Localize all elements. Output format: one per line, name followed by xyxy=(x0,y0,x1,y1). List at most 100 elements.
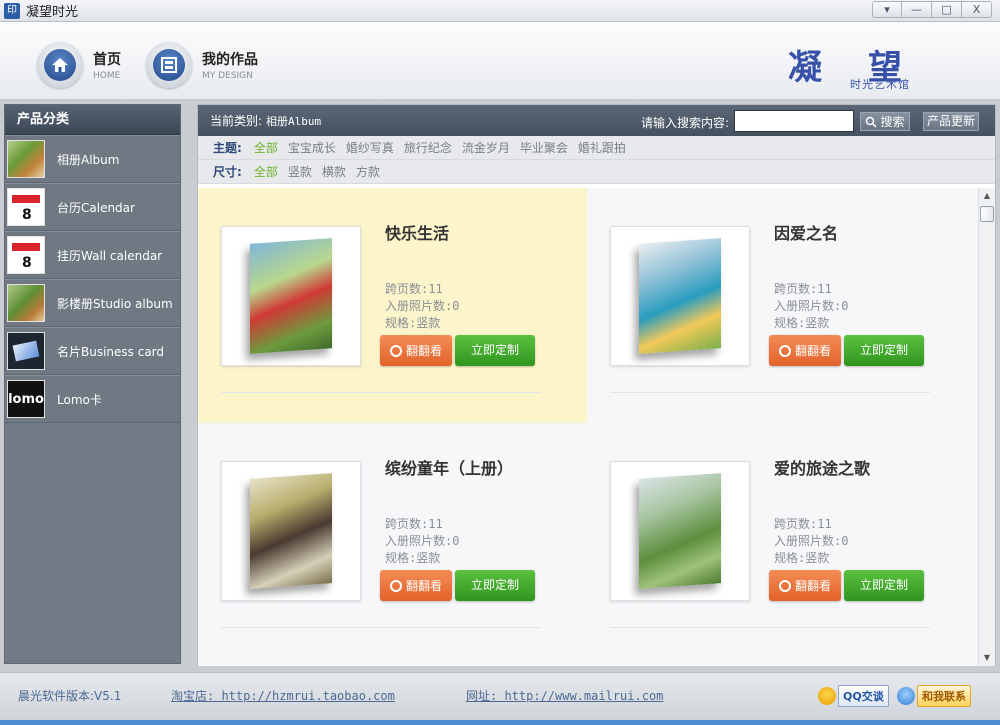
theme-option-baby[interactable]: 宝宝成长 xyxy=(288,139,336,156)
current-category-value: 相册Album xyxy=(266,115,322,128)
current-category: 当前类别: 相册Album xyxy=(210,112,321,129)
flip-preview-label: 翻翻看 xyxy=(405,579,442,593)
nav-my-design[interactable]: 我的作品 MY DESIGN xyxy=(146,42,258,88)
wall-calendar-thumb-icon: 8 xyxy=(7,236,45,274)
sidebar-title: 产品分类 xyxy=(5,105,180,135)
product-photos: 入册照片数:0 xyxy=(385,534,460,548)
size-option-square[interactable]: 方款 xyxy=(356,163,380,180)
product-cover-image[interactable] xyxy=(221,226,361,366)
magnifier-icon xyxy=(389,344,402,357)
sidebar-item-lomo[interactable]: lomo Lomo卡 xyxy=(5,375,180,423)
sidebar-item-calendar[interactable]: 8 台历Calendar xyxy=(5,183,180,231)
theme-option-graduation[interactable]: 毕业聚会 xyxy=(520,139,568,156)
product-card[interactable]: 缤纷童年（上册） 跨页数:11 入册照片数:0 规格:竖款 翻翻看 立即定制 xyxy=(198,423,587,658)
product-cover-image[interactable] xyxy=(610,226,750,366)
search-button[interactable]: 搜索 xyxy=(860,112,910,131)
flip-preview-button[interactable]: 翻翻看 xyxy=(380,335,452,366)
product-cover-image[interactable] xyxy=(221,461,361,601)
theme-option-wedding-follow[interactable]: 婚礼跟拍 xyxy=(578,139,626,156)
status-footer: 晨光软件版本:V5.1 淘宝店: http://hzmrui.taobao.co… xyxy=(0,672,1000,725)
scroll-down-icon[interactable]: ▼ xyxy=(979,650,995,666)
product-spec: 规格:竖款 xyxy=(774,551,830,565)
nav-home[interactable]: 首页 HOME xyxy=(37,42,121,88)
vertical-scrollbar[interactable]: ▲ ▼ xyxy=(978,188,995,666)
product-card[interactable]: 爱的旅途之歌 跨页数:11 入册照片数:0 规格:竖款 翻翻看 立即定制 xyxy=(587,423,976,658)
product-title: 因爱之名 xyxy=(774,224,839,243)
window-menu-button[interactable]: ▾ xyxy=(872,1,902,18)
sidebar-item-wall-calendar[interactable]: 8 挂历Wall calendar xyxy=(5,231,180,279)
card-divider xyxy=(221,392,541,393)
lomo-thumb-icon: lomo xyxy=(7,380,45,418)
flip-preview-button[interactable]: 翻翻看 xyxy=(380,570,452,601)
qq-chat-button[interactable]: QQ交谈 xyxy=(818,685,889,707)
size-option-landscape[interactable]: 横款 xyxy=(322,163,346,180)
qq-penguin-icon xyxy=(818,687,836,705)
sidebar-item-studio-album[interactable]: 影楼册Studio album xyxy=(5,279,180,327)
title-bar: 印 凝望时光 ▾ — □ X xyxy=(0,0,1000,22)
contact-me-button[interactable]: 和我联系 xyxy=(897,685,971,707)
current-category-label: 当前类别: xyxy=(210,114,263,128)
size-option-portrait[interactable]: 竖款 xyxy=(288,163,312,180)
product-meta: 跨页数:11 入册照片数:0 规格:竖款 xyxy=(774,516,848,567)
website-link[interactable]: 网址: http://www.mailrui.com xyxy=(466,687,663,704)
app-icon: 印 xyxy=(4,2,20,19)
product-grid: 快乐生活 跨页数:11 入册照片数:0 规格:竖款 翻翻看 立即定制 因爱之名 … xyxy=(198,188,979,666)
contact-icon xyxy=(897,687,915,705)
customize-now-button[interactable]: 立即定制 xyxy=(455,335,535,366)
product-update-button[interactable]: 产品更新 xyxy=(923,112,979,131)
product-spec: 规格:竖款 xyxy=(774,316,830,330)
flip-preview-label: 翻翻看 xyxy=(405,344,442,358)
brand-logo: 凝望 时光艺术馆 xyxy=(788,40,974,92)
product-meta: 跨页数:11 入册照片数:0 规格:竖款 xyxy=(385,516,459,567)
product-pages: 跨页数:11 xyxy=(774,517,832,531)
magnifier-icon xyxy=(778,579,791,592)
qq-chat-label: QQ交谈 xyxy=(838,685,889,707)
category-sidebar: 产品分类 相册Album 8 台历Calendar 8 挂历Wall calen… xyxy=(4,104,181,664)
nav-home-sub: HOME xyxy=(93,71,121,81)
logo-sub-text: 时光艺术馆 xyxy=(850,78,910,91)
flip-preview-button[interactable]: 翻翻看 xyxy=(769,570,841,601)
header: 首页 HOME 我的作品 MY DESIGN 凝望 时光艺术馆 xyxy=(0,22,1000,100)
size-option-all[interactable]: 全部 xyxy=(254,163,278,180)
sidebar-item-album[interactable]: 相册Album xyxy=(5,135,180,183)
search-icon xyxy=(866,116,878,128)
product-card[interactable]: 因爱之名 跨页数:11 入册照片数:0 规格:竖款 翻翻看 立即定制 xyxy=(587,188,976,423)
taobao-shop-link[interactable]: 淘宝店: http://hzmrui.taobao.com xyxy=(171,687,395,704)
search-input[interactable] xyxy=(734,110,854,132)
window-title: 凝望时光 xyxy=(26,5,79,20)
product-cover-image[interactable] xyxy=(610,461,750,601)
product-spec: 规格:竖款 xyxy=(385,316,441,330)
panel-toolbar: 当前类别: 相册Album 请输入搜索内容: 搜索 产品更新 xyxy=(198,105,995,136)
scroll-thumb[interactable] xyxy=(980,206,994,222)
business-card-thumb-icon xyxy=(7,332,45,370)
customize-now-button[interactable]: 立即定制 xyxy=(844,335,924,366)
contact-me-label: 和我联系 xyxy=(917,685,971,707)
customize-now-button[interactable]: 立即定制 xyxy=(844,570,924,601)
sidebar-item-label: 相册Album xyxy=(57,152,120,167)
scroll-up-icon[interactable]: ▲ xyxy=(979,188,995,204)
size-filter: 尺寸: 全部 竖款 横款 方款 xyxy=(198,160,995,184)
size-filter-label: 尺寸: xyxy=(213,165,242,179)
magnifier-icon xyxy=(389,579,402,592)
nav-my-design-sub: MY DESIGN xyxy=(202,71,253,81)
software-version: 晨光软件版本:V5.1 xyxy=(18,689,122,703)
product-title: 快乐生活 xyxy=(385,224,450,243)
sidebar-item-label: 挂历Wall calendar xyxy=(57,248,163,263)
card-divider xyxy=(610,627,930,628)
sidebar-item-business-card[interactable]: 名片Business card xyxy=(5,327,180,375)
lomo-thumb-text: lomo xyxy=(8,391,44,407)
maximize-button[interactable]: □ xyxy=(932,1,962,18)
product-pages: 跨页数:11 xyxy=(385,282,443,296)
album-thumb-icon xyxy=(7,140,45,178)
theme-option-memories[interactable]: 流金岁月 xyxy=(462,139,510,156)
product-card[interactable]: 快乐生活 跨页数:11 入册照片数:0 规格:竖款 翻翻看 立即定制 xyxy=(198,188,587,423)
theme-option-wedding-photo[interactable]: 婚纱写真 xyxy=(346,139,394,156)
theme-option-travel[interactable]: 旅行纪念 xyxy=(404,139,452,156)
magnifier-icon xyxy=(778,344,791,357)
customize-now-button[interactable]: 立即定制 xyxy=(455,570,535,601)
minimize-button[interactable]: — xyxy=(902,1,932,18)
theme-option-all[interactable]: 全部 xyxy=(254,139,278,156)
product-pages: 跨页数:11 xyxy=(774,282,832,296)
close-button[interactable]: X xyxy=(962,1,992,18)
flip-preview-button[interactable]: 翻翻看 xyxy=(769,335,841,366)
